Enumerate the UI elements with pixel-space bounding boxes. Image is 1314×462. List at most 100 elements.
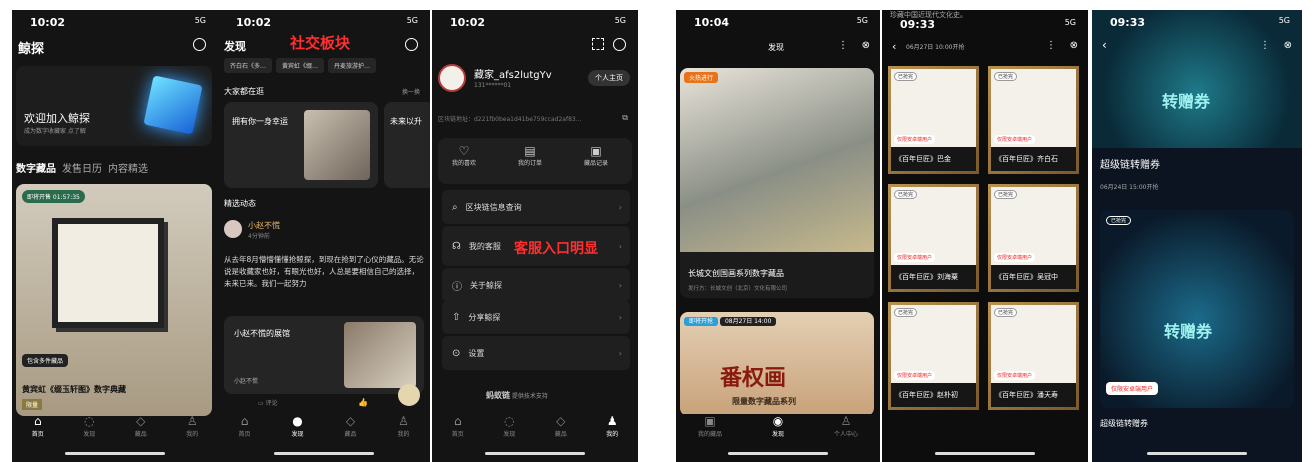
product-card[interactable]: 即将开售 01:57:35 包含多件藏品 黄宾虹《缀玉轩图》数字典藏 限量 [16,184,212,416]
chip[interactable]: 黄宾虹《缀… [276,58,325,73]
artwork-box [52,218,164,328]
username[interactable]: 小赵不慌 [248,220,280,231]
nav-home[interactable]: ⌂ 首页 [218,414,271,448]
nav-mine[interactable]: ♙ 我的 [167,414,219,448]
more-icon[interactable]: ⋮ [838,40,848,51]
home-icon: ⌂ [33,414,42,428]
tab-content[interactable]: 内容精选 [108,160,148,175]
artwork-card-fanquan[interactable]: 即将开抢 08月27日 14:00 番权画 限量数字藏品系列 [680,312,874,416]
planet-icon: ◌ [84,414,95,428]
signal-icon: 5G [856,16,868,25]
avatar[interactable] [224,220,242,238]
like-button[interactable]: 👍 [358,398,368,407]
post-text: 从去年8月懵懵懂懂抢鲸探，到现在抢到了心仪的藏品。无论说是收藏家也好，有眼光也好… [224,255,424,288]
master-item-liuhaisu[interactable]: 已抢完 仅限安卓端用户 《百年巨匠》刘海粟 [888,184,979,292]
cube-icon: ◇ [136,414,146,428]
master-item-bajin[interactable]: 已抢完 仅限安卓端用户 《百年巨匠》巴金 [888,66,979,174]
back-icon[interactable]: ‹ [1102,38,1107,52]
signal-icon: 5G [1064,18,1076,27]
feature-card-title: 拥有你一身幸运 [232,117,288,126]
feature-card[interactable]: 拥有你一身幸运 [224,102,378,188]
nav-collection[interactable]: ◇ 藏品 [115,414,167,448]
nav-discover[interactable]: ◌ 发现 [484,414,536,448]
compose-button[interactable] [398,384,420,406]
avatar[interactable] [438,64,466,92]
menu-about[interactable]: ⓘ 关于鲸探 › [442,268,630,302]
nav-mine[interactable]: ♙ 我的 [377,414,430,448]
more-icon[interactable]: ⋮ [1260,40,1270,51]
user-id: 131******01 [474,82,512,89]
chain-address: 区块链地址：d221fb0bea1d41be759ccad2af83… [438,116,582,123]
master-item-pantianshou[interactable]: 已抢完 仅限安卓端用户 《百年巨匠》潘天寿 [988,302,1079,410]
banner-subtitle: 成为数字收藏家 点了解 [24,128,86,135]
share-icon: ⇧ [452,311,461,323]
nav-my-collection[interactable]: ▣ 我的藏品 [676,414,744,448]
chevron-right-icon: › [618,348,622,358]
scan-icon[interactable] [592,38,604,50]
records-action[interactable]: ▣ 藏品记录 [584,144,608,167]
feature-card[interactable]: 未来以升 [384,102,430,188]
tab-calendar[interactable]: 发售日历 [62,160,102,175]
chevron-right-icon: › [618,280,622,290]
thumbnail [344,322,416,388]
nav-discover[interactable]: ◉ 发现 [744,414,812,448]
planet-icon: ◌ [504,414,515,428]
more-icon[interactable]: ⋮ [1046,40,1056,51]
close-icon[interactable]: ⊗ [1284,40,1292,51]
phone-discover-2: 10:04 5G 发现 ⋮ ⊗ 火热进行 长城文创国画系列数字藏品 发行方：长城文… [676,10,880,462]
nav-profile[interactable]: ♙ 个人中心 [812,414,880,448]
quick-actions: ♡ 我的喜欢 ▤ 我的订单 ▣ 藏品记录 [438,138,632,184]
refresh-link[interactable]: 换一换 [402,87,420,96]
home-icon: ⌂ [453,414,462,428]
menu-chain-query[interactable]: ⌕ 区块链信息查询 › [442,190,630,224]
nav-discover[interactable]: ◌ 发现 [64,414,116,448]
coupon-card[interactable]: 已抢完 转赠券 仅限安卓端用户 [1100,210,1294,408]
nav-home[interactable]: ⌂ 首页 [432,414,484,448]
hall-card[interactable]: 小赵不慌的展馆 小赵不慌 [224,316,424,394]
phone-discover-social: 10:02 5G 发现 社交板块 齐白石《多… 黄宾虹《缀… 丹麦旅游护… 大家都… [218,10,430,462]
user-icon: ♙ [398,414,409,428]
phone-jingtan-home: 10:02 5G 鲸探 欢迎加入鲸探 成为数字收藏家 点了解 数字藏品 发售日历 … [12,10,218,462]
comment-button[interactable]: ▭ 评论 [258,398,278,407]
chip[interactable]: 齐白石《多… [224,58,273,73]
message-icon[interactable] [193,38,206,51]
menu-settings[interactable]: ⊙ 设置 › [442,336,630,370]
section-title: 精选动态 [224,199,256,208]
artwork-title: 番权画 [720,365,787,391]
message-icon[interactable] [613,38,626,51]
close-icon[interactable]: ⊗ [1070,40,1078,51]
tab-digital[interactable]: 数字藏品 [16,160,56,175]
discover-icon: ◉ [772,414,784,428]
settings-icon: ⊙ [452,347,461,359]
menu-share[interactable]: ⇧ 分享鲸探 › [442,300,630,334]
back-icon[interactable]: ‹ [892,40,896,53]
chip[interactable]: 丹麦旅游护… [328,58,377,73]
nav-home[interactable]: ⌂ 首页 [12,414,64,448]
chevron-right-icon: › [618,312,622,322]
master-item-qibaishi[interactable]: 已抢完 仅限安卓端用户 《百年巨匠》齐白石 [988,66,1079,174]
hot-badge: 火热进行 [684,72,719,83]
orders-action[interactable]: ▤ 我的订单 [518,144,542,167]
search-icon: ⌕ [452,201,458,213]
nav-collection[interactable]: ◇ 藏品 [324,414,377,448]
artwork-card-greatwall[interactable]: 火热进行 长城文创国画系列数字藏品 发行方：长城文创（北京）文化有限公司 [680,68,874,298]
likes-action[interactable]: ♡ 我的喜欢 [452,144,476,167]
welcome-banner[interactable]: 欢迎加入鲸探 成为数字收藏家 点了解 [16,66,212,146]
profile-button[interactable]: 个人主页 [588,70,630,86]
sale-badge: 即将开售 01:57:35 [22,190,85,203]
user-icon: ♙ [186,414,198,428]
page-title: 鲸探 [18,42,45,57]
nav-collection[interactable]: ◇ 藏品 [535,414,587,448]
nav-mine[interactable]: ♟ 我的 [587,414,639,448]
master-item-wuguanzhong[interactable]: 已抢完 仅限安卓端用户 《百年巨匠》吴冠中 [988,184,1079,292]
message-icon[interactable] [405,38,418,51]
cube-icon [143,75,203,135]
copy-icon[interactable]: ⧉ [622,113,628,123]
close-icon[interactable]: ⊗ [862,40,870,51]
product-title: 超级链转赠券 [1100,160,1160,171]
nav-discover[interactable]: ● 发现 [271,414,324,448]
master-item-zhaopuchu[interactable]: 已抢完 仅限安卓端用户 《百年巨匠》赵朴初 [888,302,979,410]
signal-icon: 5G [406,16,418,25]
upcoming-badge: 即将开抢 08月27日 14:00 [684,316,777,326]
product-name: 超级链转赠券 [1100,419,1148,428]
